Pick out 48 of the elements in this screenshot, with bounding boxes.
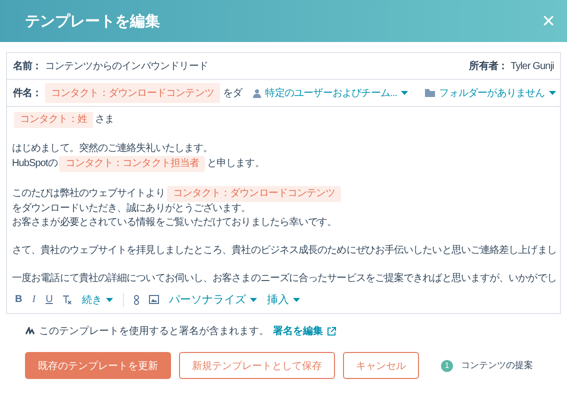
subject-text: をダ [223,87,242,100]
update-template-button[interactable]: 既存のテンプレートを更新 [25,352,171,379]
caret-icon [106,298,113,302]
owner-value: Tyler Gunji [510,60,554,72]
count-badge: 1 [441,360,453,372]
caret-icon [292,298,300,302]
close-button[interactable]: × [542,10,555,32]
body-text: さて、貴社のウェブサイトを拝見しましたところ、貴社のビジネス成長のためにぜひお手伝いしたいと思いご連絡差し上げまし [12,244,556,258]
insert-dropdown[interactable]: 挿入 [266,292,300,307]
body-text: をダウンロードいただき、誠にありがとうございます。 [12,202,251,216]
clear-format-icon[interactable] [62,294,72,304]
personalization-token: コンタクト：コンタクト担当者 [59,156,206,172]
personalization-token: コンタクト：ダウンロードコンテンツ [166,186,342,202]
body-text: HubSpotの [12,157,58,171]
subject-label: 件名： [13,86,42,100]
body-text: はじめまして。突然のご連絡失礼いたします。 [12,142,213,156]
suggestion-label: コンテンツの提案 [461,359,533,372]
signature-note: このテンプレートを使用すると署名が含まれます。 [39,324,269,338]
italic-button[interactable]: I [32,294,36,305]
owner-label: 所有者： [469,60,508,73]
caret-icon [401,91,408,95]
person-icon [253,88,262,98]
body-text: お客さまが必要とされている情報をご覧いただけておりましたら幸いです。 [12,216,337,230]
personalize-dropdown[interactable]: パーソナライズ [168,292,257,307]
underline-button[interactable]: U [46,294,53,305]
body-text: さま [94,113,114,127]
dialog-title: テンプレートを編集 [25,12,160,30]
folder-icon [425,89,436,97]
folder-dropdown[interactable]: フォルダーがありません [425,86,556,100]
sharing-dropdown[interactable]: 特定のユーザーおよびチーム... [253,86,408,100]
personalization-token: コンタクト：姓 [14,112,93,128]
name-label: 名前： [13,60,42,73]
external-link-icon [327,326,336,336]
name-value: コンテンツからのインバウンドリード [44,60,208,73]
signature-icon [25,327,35,335]
body-text: このたびは弊社のウェブサイトより [12,187,165,201]
action-button[interactable]: キャンセル [343,352,419,379]
body-text: 一度お電話にて貴社の詳細についてお伺いし、お客さまのニーズに合ったサービスをご提案できればと思いますが、いかがでし [12,272,556,286]
action-button[interactable]: 新規テンプレートとして保存 [179,352,335,379]
body-text: と申します。 [207,157,264,171]
caret-icon [548,91,556,95]
personalization-token: コンタクト：ダウンロードコンテンツ [44,83,220,103]
caret-icon [250,298,257,302]
bold-button[interactable]: B [15,294,22,305]
more-dropdown[interactable]: 続き [82,292,113,306]
image-icon[interactable] [148,295,159,304]
link-icon[interactable] [134,294,139,304]
edit-signature-link[interactable]: 署名を編集 [273,324,336,338]
